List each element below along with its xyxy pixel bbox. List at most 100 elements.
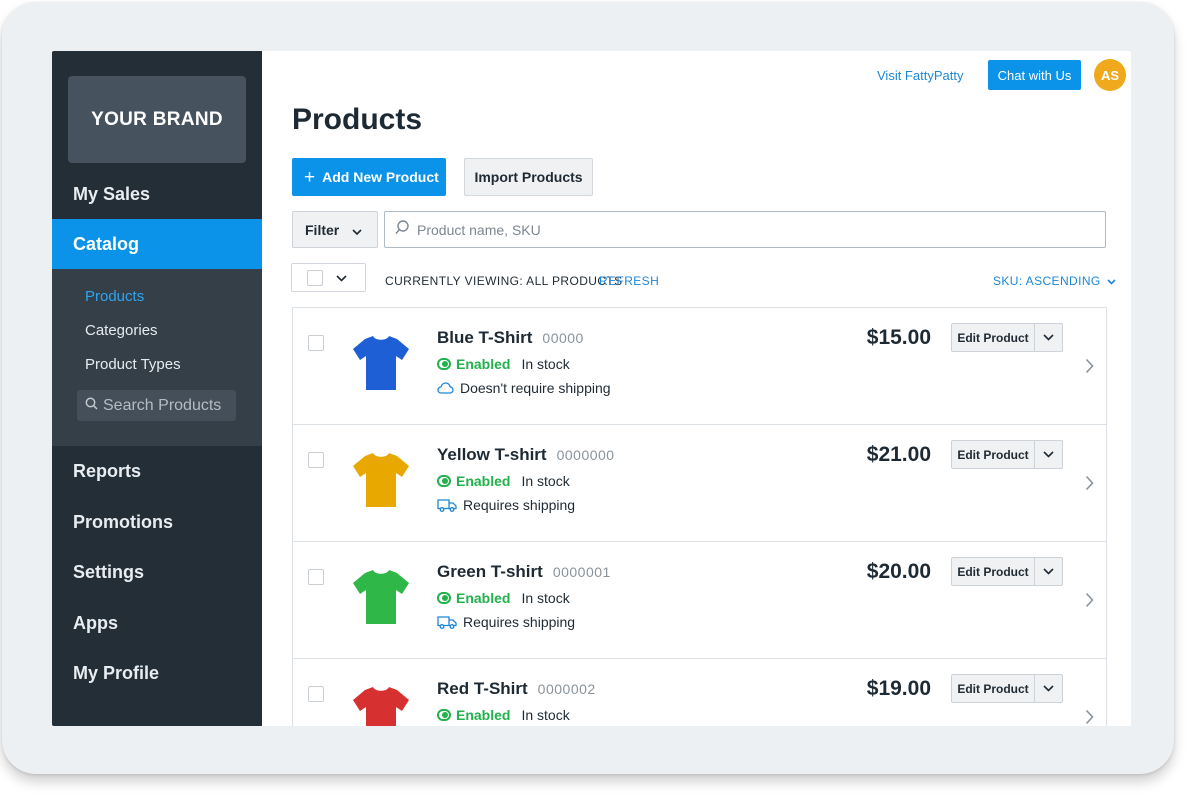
import-products-button[interactable]: Import Products xyxy=(464,158,593,196)
sidebar-item-promotions[interactable]: Promotions xyxy=(52,497,262,547)
sidebar-item-reports[interactable]: Reports xyxy=(52,446,262,496)
add-product-button[interactable]: + Add New Product xyxy=(292,158,446,196)
chevron-down-icon xyxy=(352,222,362,238)
row-checkbox[interactable] xyxy=(308,569,324,585)
page-title: Products xyxy=(292,103,423,136)
row-checkbox[interactable] xyxy=(308,335,324,351)
stock-status: In stock xyxy=(521,590,570,606)
edit-product-group: Edit Product xyxy=(951,557,1063,586)
chevron-right-icon[interactable] xyxy=(1085,709,1094,725)
product-status: Enabled In stock xyxy=(437,356,570,372)
cloud-icon xyxy=(437,382,454,394)
product-name-text: Green T-shirt xyxy=(437,562,543,581)
row-checkbox[interactable] xyxy=(308,686,324,702)
truck-icon xyxy=(437,499,457,512)
product-search[interactable] xyxy=(384,211,1106,248)
product-price: $15.00 xyxy=(866,326,931,349)
shipping-text: Doesn't require shipping xyxy=(460,380,611,396)
row-checkbox[interactable] xyxy=(308,452,324,468)
shipping-info: Requires shipping xyxy=(437,614,575,630)
search-icon xyxy=(395,219,410,240)
avatar[interactable]: AS xyxy=(1094,59,1126,91)
product-search-input[interactable] xyxy=(417,221,1077,238)
main-content: Visit FattyPatty Chat with Us AS Product… xyxy=(262,51,1131,726)
edit-options-button[interactable] xyxy=(1035,440,1063,469)
edit-product-button[interactable]: Edit Product xyxy=(951,557,1035,586)
filter-label: Filter xyxy=(305,221,340,238)
bulk-select[interactable] xyxy=(291,263,366,292)
edit-options-button[interactable] xyxy=(1035,323,1063,352)
product-price: $20.00 xyxy=(866,560,931,583)
tshirt-icon xyxy=(353,687,409,726)
product-sku: 0000000 xyxy=(556,447,615,463)
sort-dropdown[interactable]: SKU: ASCENDING xyxy=(993,274,1116,288)
product-price: $21.00 xyxy=(866,443,931,466)
toggle-icon xyxy=(437,475,451,487)
stock-status: In stock xyxy=(521,473,570,489)
add-product-label: Add New Product xyxy=(322,169,439,185)
status-enabled: Enabled xyxy=(456,473,511,489)
sidebar-item-my-sales[interactable]: My Sales xyxy=(52,169,262,219)
edit-product-button[interactable]: Edit Product xyxy=(951,674,1035,703)
chevron-right-icon[interactable] xyxy=(1085,358,1094,374)
sort-label: SKU: ASCENDING xyxy=(993,274,1101,288)
shipping-info: Requires shipping xyxy=(437,497,575,513)
shipping-info: Doesn't require shipping xyxy=(437,380,611,396)
product-name[interactable]: Red T-Shirt 0000002 xyxy=(437,679,596,699)
chat-button[interactable]: Chat with Us xyxy=(988,60,1081,90)
sidebar-item-apps[interactable]: Apps xyxy=(52,598,262,648)
brand-logo[interactable]: YOUR BRAND xyxy=(68,76,246,163)
chevron-down-icon xyxy=(1043,334,1054,341)
shipping-text: Requires shipping xyxy=(463,497,576,513)
sidebar-search-input[interactable] xyxy=(103,396,233,415)
sidebar-item-my-profile[interactable]: My Profile xyxy=(52,648,262,698)
status-enabled: Enabled xyxy=(456,590,511,606)
stock-status: In stock xyxy=(521,707,570,723)
edit-product-button[interactable]: Edit Product xyxy=(951,440,1035,469)
product-row[interactable]: Red T-Shirt 0000002 Enabled In stock $19.… xyxy=(292,658,1107,726)
sidebar-item-settings[interactable]: Settings xyxy=(52,547,262,597)
edit-product-button[interactable]: Edit Product xyxy=(951,323,1035,352)
subnav-item-product-types[interactable]: Product Types xyxy=(85,356,181,373)
product-name[interactable]: Green T-shirt 0000001 xyxy=(437,562,611,582)
toggle-icon xyxy=(437,358,451,370)
chevron-down-icon xyxy=(1043,451,1054,458)
product-name[interactable]: Blue T-Shirt 00000 xyxy=(437,328,584,348)
viewing-label: CURRENTLY VIEWING: ALL PRODUCTS xyxy=(385,274,623,288)
chevron-down-icon xyxy=(1043,568,1054,575)
refresh-link[interactable]: REFRESH xyxy=(599,274,659,288)
select-all-checkbox[interactable] xyxy=(307,269,323,286)
tshirt-icon xyxy=(353,570,409,624)
sidebar-item-catalog[interactable]: Catalog xyxy=(52,219,262,269)
sidebar-search[interactable] xyxy=(77,390,236,421)
shipping-text: Requires shipping xyxy=(463,614,576,630)
visit-store-link[interactable]: Visit FattyPatty xyxy=(877,68,963,83)
product-row[interactable]: Green T-shirt 0000001 Enabled In stock Re… xyxy=(292,541,1107,659)
product-name-text: Red T-Shirt xyxy=(437,679,528,698)
chevron-down-icon xyxy=(336,269,347,287)
toggle-icon xyxy=(437,709,451,721)
product-row[interactable]: Blue T-Shirt 00000 Enabled In stock Doesn… xyxy=(292,307,1107,425)
stock-status: In stock xyxy=(521,356,570,372)
subnav-item-products[interactable]: Products xyxy=(85,288,144,305)
product-sku: 0000001 xyxy=(552,564,611,580)
edit-options-button[interactable] xyxy=(1035,557,1063,586)
chevron-right-icon[interactable] xyxy=(1085,592,1094,608)
chevron-down-icon xyxy=(1043,685,1054,692)
edit-options-button[interactable] xyxy=(1035,674,1063,703)
product-name[interactable]: Yellow T-shirt 0000000 xyxy=(437,445,615,465)
chevron-right-icon[interactable] xyxy=(1085,475,1094,491)
edit-product-group: Edit Product xyxy=(951,440,1063,469)
subnav-item-categories[interactable]: Categories xyxy=(85,322,158,339)
plus-icon: + xyxy=(304,166,316,188)
product-status: Enabled In stock xyxy=(437,707,570,723)
status-enabled: Enabled xyxy=(456,356,511,372)
product-row[interactable]: Yellow T-shirt 0000000 Enabled In stock R… xyxy=(292,424,1107,542)
edit-product-group: Edit Product xyxy=(951,323,1063,352)
filter-dropdown[interactable]: Filter xyxy=(292,211,378,248)
sidebar: YOUR BRAND My Sales Catalog Products Cat… xyxy=(52,51,262,726)
tshirt-icon xyxy=(353,336,409,390)
search-icon xyxy=(85,397,98,415)
app-window: YOUR BRAND My Sales Catalog Products Cat… xyxy=(52,51,1131,726)
toggle-icon xyxy=(437,592,451,604)
